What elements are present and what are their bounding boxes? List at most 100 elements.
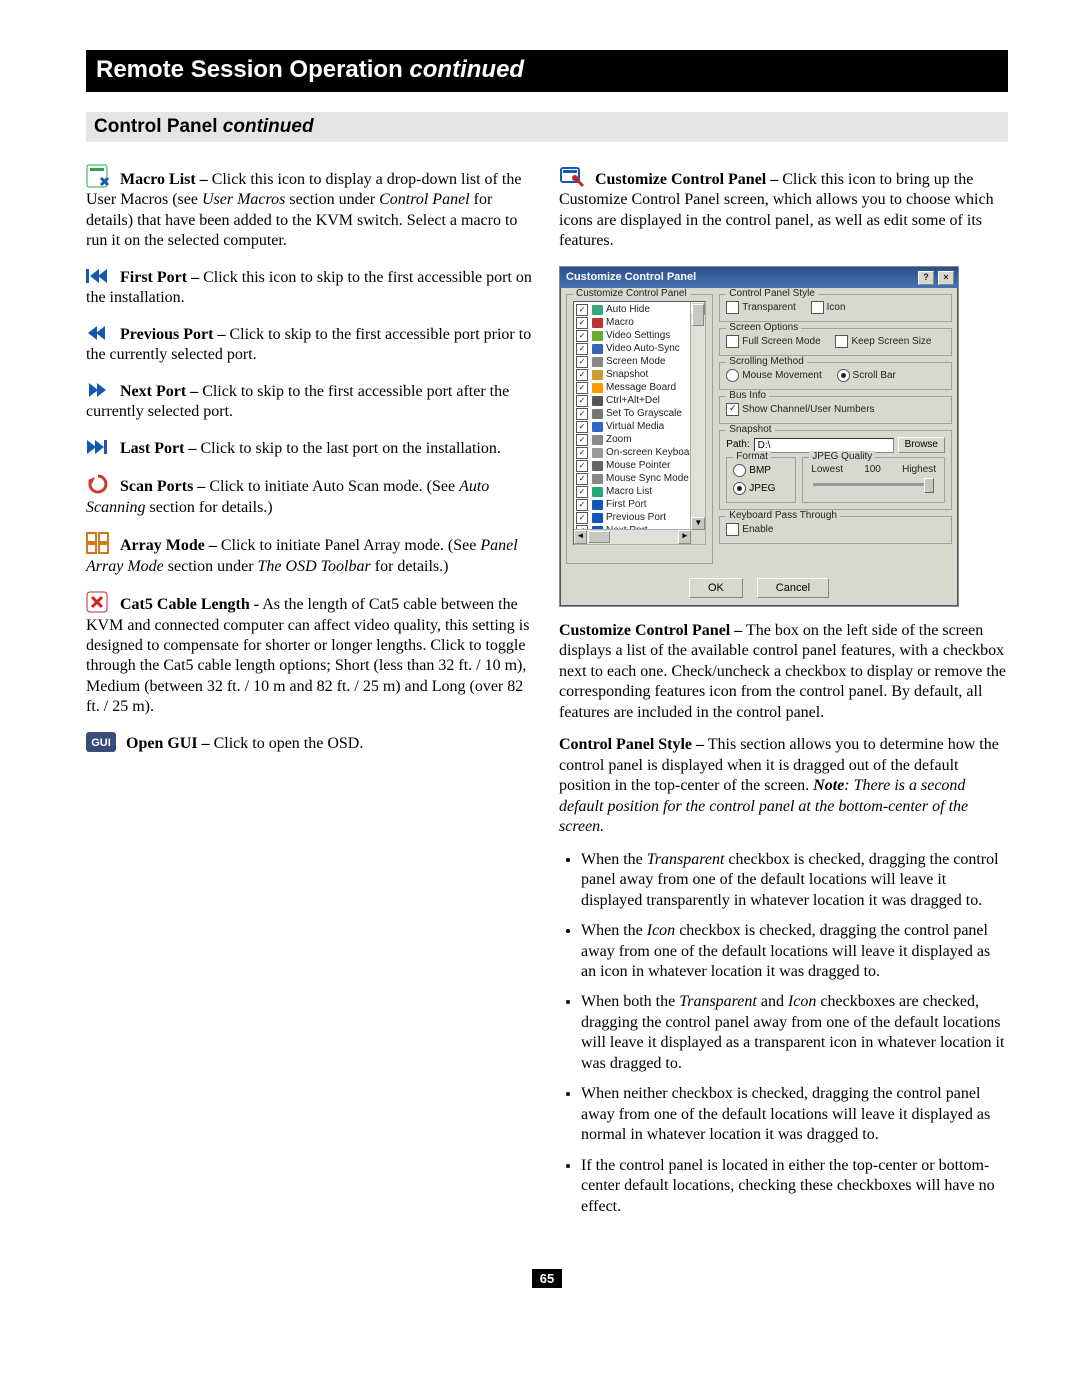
kbpt-enable-checkbox[interactable]: [726, 523, 739, 536]
previous-port-item: Previous Port – Click to skip to the fir…: [86, 323, 535, 366]
mouse-movement-radio[interactable]: [726, 369, 739, 382]
show-channel-checkbox[interactable]: ✓: [726, 403, 739, 416]
cancel-button[interactable]: Cancel: [757, 578, 829, 598]
next-port-item: Next Port – Click to skip to the first a…: [86, 380, 535, 423]
list-item[interactable]: ✓Macro List: [576, 486, 703, 499]
list-item[interactable]: ✓Virtual Media: [576, 421, 703, 434]
section-header-continued: continued: [223, 116, 314, 137]
next-port-icon: [86, 380, 110, 400]
last-port-term: Last Port –: [120, 440, 196, 457]
bullet-neither: When neither checkbox is checked, draggi…: [581, 1084, 1008, 1145]
customize-control-panel-dialog: Customize Control Panel ? × Customize Co…: [559, 266, 959, 607]
browse-button[interactable]: Browse: [898, 437, 945, 454]
horizontal-scrollbar[interactable]: ◄►: [574, 529, 691, 544]
list-item[interactable]: ✓Mouse Sync Mode: [576, 473, 703, 486]
snapshot-path-label: Path:: [726, 439, 749, 452]
feature-checkbox[interactable]: ✓: [576, 434, 588, 446]
feature-checkbox[interactable]: ✓: [576, 486, 588, 498]
list-item[interactable]: ✓First Port: [576, 499, 703, 512]
scan-ports-item: Scan Ports – Click to initiate Auto Scan…: [86, 473, 535, 518]
feature-checkbox[interactable]: ✓: [576, 421, 588, 433]
feature-label: Mouse Pointer: [606, 460, 670, 473]
icon-checkbox[interactable]: [811, 301, 824, 314]
dialog-title: Customize Control Panel: [566, 270, 696, 284]
jpeg-quality-slider[interactable]: [813, 483, 934, 486]
list-item[interactable]: ✓Screen Mode: [576, 356, 703, 369]
feature-icon: [591, 331, 603, 342]
list-item[interactable]: ✓ On-screen Keyboard: [576, 447, 703, 460]
list-item[interactable]: ✓Macro: [576, 317, 703, 330]
macro-list-item: Macro List – Click this icon to display …: [86, 164, 535, 252]
feature-checkbox[interactable]: ✓: [576, 447, 588, 459]
previous-port-term: Previous Port –: [120, 326, 225, 343]
jpeg-radio[interactable]: [733, 482, 746, 495]
list-item[interactable]: ✓ Mouse Pointer: [576, 460, 703, 473]
feature-icon: [591, 409, 603, 420]
section-header-title: Control Panel: [94, 116, 218, 137]
feature-checkbox[interactable]: ✓: [576, 512, 588, 524]
cat5-item: Cat5 Cable Length - As the length of Cat…: [86, 591, 535, 718]
feature-label: Video Settings: [606, 330, 670, 343]
close-icon[interactable]: ×: [938, 271, 954, 285]
feature-icon: [591, 435, 603, 446]
ok-button[interactable]: OK: [689, 578, 743, 598]
feature-checkbox[interactable]: ✓: [576, 382, 588, 394]
feature-label: Previous Port: [606, 512, 666, 525]
list-item[interactable]: ✓Set To Grayscale: [576, 408, 703, 421]
svg-text:GUI: GUI: [91, 737, 111, 749]
list-item[interactable]: ✓Zoom: [576, 434, 703, 447]
list-item[interactable]: ✓Video Auto-Sync: [576, 343, 703, 356]
feature-checkbox[interactable]: ✓: [576, 317, 588, 329]
feature-checkbox[interactable]: ✓: [576, 408, 588, 420]
customize-intro-term: Customize Control Panel –: [595, 171, 778, 188]
list-item[interactable]: ✓ Auto Hide: [576, 304, 703, 317]
screen-group-label: Screen Options: [726, 322, 801, 335]
list-item[interactable]: ✓Message Board: [576, 382, 703, 395]
feature-label: Ctrl+Alt+Del: [606, 395, 660, 408]
customize-intro-item: Customize Control Panel – Click this ico…: [559, 164, 1008, 252]
list-item[interactable]: ✓Snapshot: [576, 369, 703, 382]
scroll-group-label: Scrolling Method: [726, 356, 806, 369]
feature-checkbox[interactable]: ✓: [576, 369, 588, 381]
snapshot-path-input[interactable]: [754, 438, 894, 453]
array-mode-term: Array Mode –: [120, 537, 217, 554]
first-port-term: First Port –: [120, 269, 199, 286]
snapshot-group-label: Snapshot: [726, 424, 774, 437]
open-gui-term: Open GUI –: [126, 735, 210, 752]
cat5-term: Cat5 Cable Length -: [120, 596, 259, 613]
first-port-item: First Port – Click this icon to skip to …: [86, 266, 535, 309]
feature-listbox[interactable]: ✓Auto Hide✓Macro✓Video Settings✓Video Au…: [573, 301, 706, 545]
macro-list-term: Macro List –: [120, 171, 208, 188]
jpeg-quality-group-label: JPEG Quality: [809, 451, 875, 464]
kbpt-group-label: Keyboard Pass Through: [726, 510, 840, 523]
fullscreen-checkbox[interactable]: [726, 335, 739, 348]
feature-checkbox[interactable]: ✓: [576, 499, 588, 511]
dialog-titlebar: Customize Control Panel ? ×: [560, 267, 958, 288]
feature-label: On-screen Keyboard: [606, 447, 698, 460]
keepsize-checkbox[interactable]: [835, 335, 848, 348]
right-column: Customize Control Panel – Click this ico…: [559, 164, 1008, 1229]
feature-checkbox[interactable]: ✓: [576, 304, 588, 316]
feature-checkbox[interactable]: ✓: [576, 460, 588, 472]
feature-checkbox[interactable]: ✓: [576, 395, 588, 407]
style-group-label: Control Panel Style: [726, 288, 818, 301]
feature-label: Auto Hide: [606, 304, 650, 317]
page-number: 65: [86, 1269, 1008, 1288]
feature-checkbox[interactable]: ✓: [576, 473, 588, 485]
first-port-icon: [86, 266, 110, 286]
list-item[interactable]: ✓ Previous Port: [576, 512, 703, 525]
feature-checkbox[interactable]: ✓: [576, 330, 588, 342]
feature-checkbox[interactable]: ✓: [576, 356, 588, 368]
vertical-scrollbar[interactable]: ▲▼: [690, 302, 705, 530]
array-mode-item: Array Mode – Click to initiate Panel Arr…: [86, 532, 535, 577]
list-item[interactable]: ✓ Video Settings: [576, 330, 703, 343]
help-icon[interactable]: ?: [918, 271, 934, 285]
scroll-bar-radio[interactable]: [837, 369, 850, 382]
format-group-label: Format: [733, 451, 771, 464]
feature-checkbox[interactable]: ✓: [576, 343, 588, 355]
style-desc-para: Control Panel Style – This section allow…: [559, 735, 1008, 837]
list-item[interactable]: ✓ Ctrl+Alt+Del: [576, 395, 703, 408]
feature-icon: [591, 448, 603, 459]
transparent-checkbox[interactable]: [726, 301, 739, 314]
bmp-radio[interactable]: [733, 464, 746, 477]
